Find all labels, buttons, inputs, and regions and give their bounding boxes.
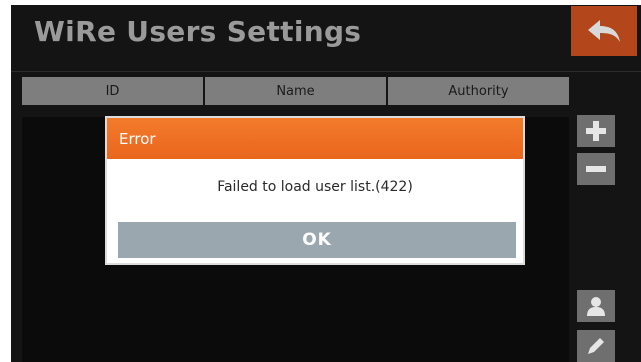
remove-user-button[interactable]: [577, 153, 615, 185]
header-divider: [11, 71, 641, 72]
pencil-icon: [588, 338, 604, 354]
table-header: ID Name Authority: [22, 77, 569, 105]
back-arrow-icon: [588, 20, 620, 42]
page-title: WiRe Users Settings: [34, 15, 362, 48]
dialog-message: Failed to load user list.(422): [217, 179, 413, 195]
column-header-id[interactable]: ID: [22, 77, 205, 105]
plus-icon: [586, 121, 606, 141]
user-details-button[interactable]: [577, 290, 615, 322]
add-user-button[interactable]: [577, 115, 615, 147]
column-header-name[interactable]: Name: [205, 77, 388, 105]
ok-button[interactable]: OK: [118, 222, 516, 258]
column-header-authority[interactable]: Authority: [388, 77, 569, 105]
minus-icon: [586, 166, 606, 172]
dialog-title: Error: [107, 118, 523, 159]
back-button[interactable]: [571, 6, 637, 56]
user-icon: [587, 297, 605, 316]
error-dialog: Error Failed to load user list.(422) OK: [107, 118, 523, 263]
edit-user-button[interactable]: [577, 330, 615, 362]
